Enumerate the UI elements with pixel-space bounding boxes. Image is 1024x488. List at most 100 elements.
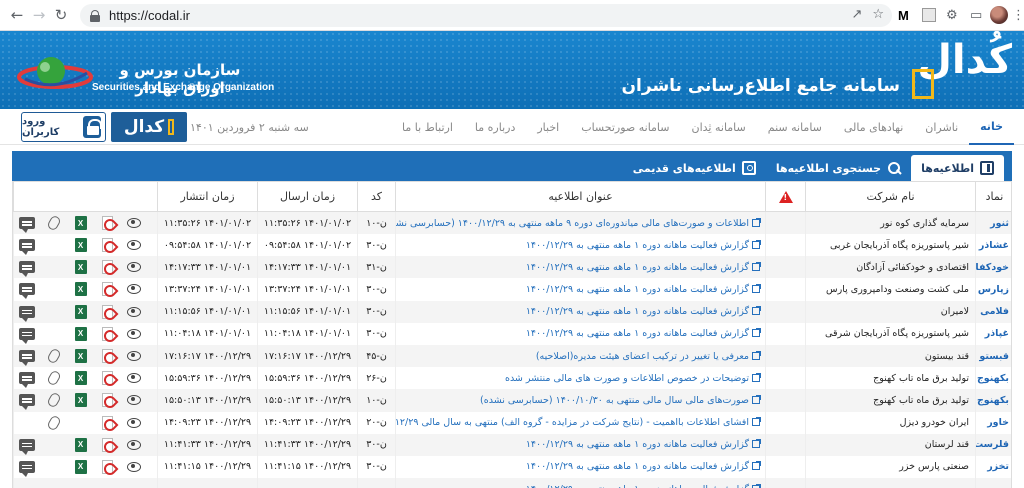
excel-icon[interactable]: X: [74, 393, 87, 408]
cell-title[interactable]: گزارش فعالیت ماهانه دوره ۱ ماهه منتهی به…: [395, 234, 766, 257]
tab-0[interactable]: اطلاعیه‌ها: [911, 155, 1004, 181]
attachment-icon[interactable]: [46, 369, 62, 387]
pdf-icon[interactable]: [101, 282, 113, 297]
comment-icon[interactable]: [19, 283, 36, 300]
cell-title[interactable]: گزارش فعالیت ماهانه دوره ۱ ماهه منتهی به…: [395, 322, 766, 345]
announcement-title[interactable]: افشای اطلاعات بااهمیت - (نتایج شرکت در م…: [397, 417, 750, 428]
nav-item-3[interactable]: سامانه سنم: [757, 109, 833, 145]
comment-icon[interactable]: [19, 327, 36, 344]
announcement-title[interactable]: گزارش فعالیت ماهانه دوره ۱ ماهه منتهی به…: [526, 328, 749, 339]
back-arrow-icon[interactable]: ←: [6, 4, 28, 26]
header-published-time[interactable]: زمان انتشار: [157, 181, 258, 212]
nav-item-4[interactable]: سامانه ثِدان: [681, 109, 757, 145]
excel-icon[interactable]: X: [74, 216, 87, 230]
login-button[interactable]: ورود کاربران: [21, 112, 106, 142]
cell-title[interactable]: گزارش فعالیت ماهانه دوره ۱ ماهه منتهی به…: [395, 256, 766, 279]
announcement-title[interactable]: گزارش فعالیت ماهانه دوره ۱ ماهه منتهی به…: [526, 461, 749, 472]
excel-icon[interactable]: X: [74, 238, 87, 253]
pdf-icon[interactable]: [101, 459, 113, 474]
excel-icon[interactable]: X: [74, 437, 87, 452]
cell-title[interactable]: گزارش فعالیت ماهانه دوره ۱ ماهه منتهی به…: [395, 278, 766, 301]
comment-icon[interactable]: [19, 239, 36, 256]
pdf-icon[interactable]: [101, 415, 113, 430]
comment-icon[interactable]: [19, 438, 36, 455]
announcement-title[interactable]: گزارش فعالیت ماهانه دوره ۱ ماهه منتهی به…: [526, 439, 749, 450]
excel-icon[interactable]: X: [74, 304, 87, 319]
cell-title[interactable]: گزارش فعالیت ماهانه دوره ۱ ماهه منتهی به…: [395, 455, 766, 479]
url-text[interactable]: https://codal.ir: [109, 8, 190, 23]
table-row[interactable]: خودکفا اقتصادی و خودکفائی آزادگان گزارش فع…: [13, 256, 1011, 279]
announcement-title[interactable]: گزارش فعالیت ماهانه دوره ۱ ماهه منتهی به…: [526, 306, 749, 317]
reload-icon[interactable]: ↻: [50, 4, 72, 26]
comment-icon[interactable]: [19, 394, 36, 411]
attachment-icon[interactable]: [46, 414, 62, 432]
side-panel-icon[interactable]: ▭: [970, 6, 982, 24]
header-title[interactable]: عنوان اطلاعیه: [395, 181, 766, 212]
address-bar[interactable]: https://codal.ir ↗ ☆: [80, 4, 892, 27]
table-row[interactable]: غپاذر شیر پاستوریزه پگاه آذربایجان شرقی گز…: [13, 322, 1011, 345]
pdf-icon[interactable]: [101, 260, 113, 275]
nav-item-5[interactable]: سامانه صورتحساب: [570, 109, 680, 145]
excel-icon[interactable]: X: [74, 326, 87, 341]
comment-icon[interactable]: [19, 460, 36, 477]
view-eye-icon[interactable]: [126, 240, 141, 251]
pdf-extension-icon[interactable]: [922, 8, 936, 22]
star-icon[interactable]: ☆: [872, 7, 884, 22]
cell-symbol[interactable]: زپارس: [975, 278, 1011, 301]
extension-m-icon[interactable]: M: [898, 6, 909, 24]
cell-symbol[interactable]: تخزر: [975, 455, 1011, 479]
view-eye-icon[interactable]: [126, 306, 141, 317]
view-eye-icon[interactable]: [126, 284, 141, 295]
attachment-icon[interactable]: [46, 347, 62, 365]
pdf-icon[interactable]: [101, 304, 113, 319]
cell-symbol[interactable]: غشاذر: [975, 234, 1011, 257]
view-eye-icon[interactable]: [126, 218, 141, 228]
table-row[interactable]: قبستو قند بیستون معرفی یا تغییر در ترکیب ا…: [13, 344, 1011, 368]
seo-logo-icon[interactable]: [15, 49, 95, 99]
pdf-icon[interactable]: [101, 238, 113, 253]
cell-title[interactable]: گزارش فعالیت ماهانه دوره ۱ ماهه منتهی به…: [395, 433, 766, 456]
kebab-menu-icon[interactable]: ⋮: [1012, 6, 1024, 24]
nav-item-2[interactable]: نهادهای مالی: [833, 109, 914, 145]
comment-icon[interactable]: [19, 261, 36, 278]
view-eye-icon[interactable]: [126, 373, 141, 384]
cell-title[interactable]: صورت‌های مالی سال مالی منتهی به ۱۴۰۰/۱۰/…: [395, 389, 766, 412]
cell-symbol[interactable]: بکهنوج: [975, 367, 1011, 390]
forward-arrow-icon[interactable]: →: [28, 4, 50, 26]
announcement-title[interactable]: معرفی یا تغییر در ترکیب اعضای هیئت مدیره…: [536, 351, 749, 362]
announcement-title[interactable]: گزارش فعالیت ماهانه دوره ۱ ماهه منتهی به…: [526, 284, 749, 295]
table-row[interactable]: غشاذر شیر پاستوریزه پگاه آذربایجان غربی گز…: [13, 234, 1011, 257]
view-eye-icon[interactable]: [126, 262, 141, 273]
cell-title[interactable]: توضیحات در خصوص اطلاعات و صورت های مالی …: [395, 367, 766, 390]
cell-title[interactable]: اطلاعات و صورت‌های مالی میاندوره‌ای دوره…: [395, 211, 766, 234]
nav-item-0[interactable]: خانه: [969, 109, 1014, 145]
cell-title[interactable]: گزارش فعالیت ماهانه دوره ۱ ماهه منتهی به…: [395, 478, 766, 488]
cell-title[interactable]: افشای اطلاعات بااهمیت - (نتایج شرکت در م…: [395, 411, 766, 434]
nav-item-1[interactable]: ناشران: [914, 109, 969, 145]
table-row[interactable]: بکهنوج تولید برق ماه تاب کهنوج صورت‌های ما…: [13, 389, 1011, 412]
header-sent-time[interactable]: زمان ارسال: [257, 181, 358, 212]
cell-symbol[interactable]: فلامی: [975, 300, 1011, 323]
cell-title[interactable]: معرفی یا تغییر در ترکیب اعضای هیئت مدیره…: [395, 344, 766, 368]
cell-symbol[interactable]: ثنور: [975, 211, 1011, 234]
lock-icon[interactable]: [90, 9, 100, 22]
comment-icon[interactable]: [19, 350, 36, 367]
pdf-icon[interactable]: [101, 437, 113, 452]
tab-2[interactable]: اطلاعیه‌های قدیمی: [623, 155, 766, 181]
attachment-icon[interactable]: [46, 391, 62, 409]
comment-icon[interactable]: [19, 305, 36, 322]
table-row[interactable]: ثنور سرمایه گذاری کوه نور اطلاعات و صورت‌ه…: [13, 211, 1011, 234]
nav-item-7[interactable]: درباره ما: [464, 109, 526, 145]
cell-symbol[interactable]: بکهنوج: [975, 389, 1011, 412]
excel-icon[interactable]: X: [74, 349, 87, 364]
excel-icon[interactable]: X: [74, 260, 87, 275]
table-row[interactable]: خاور ایران خودرو دیزل افشای اطلاعات بااهمی…: [13, 411, 1011, 434]
extensions-puzzle-icon[interactable]: ⚙: [946, 6, 958, 24]
announcement-title[interactable]: گزارش فعالیت ماهانه دوره ۱ ماهه منتهی به…: [526, 484, 749, 488]
profile-avatar[interactable]: [990, 6, 1008, 24]
nav-item-6[interactable]: اخبار: [526, 109, 570, 145]
announcement-title[interactable]: گزارش فعالیت ماهانه دوره ۱ ماهه منتهی به…: [526, 240, 749, 251]
cell-symbol[interactable]: خودکفا: [975, 256, 1011, 279]
header-symbol[interactable]: نماد: [975, 181, 1011, 212]
cell-symbol[interactable]: خاور: [975, 411, 1011, 434]
